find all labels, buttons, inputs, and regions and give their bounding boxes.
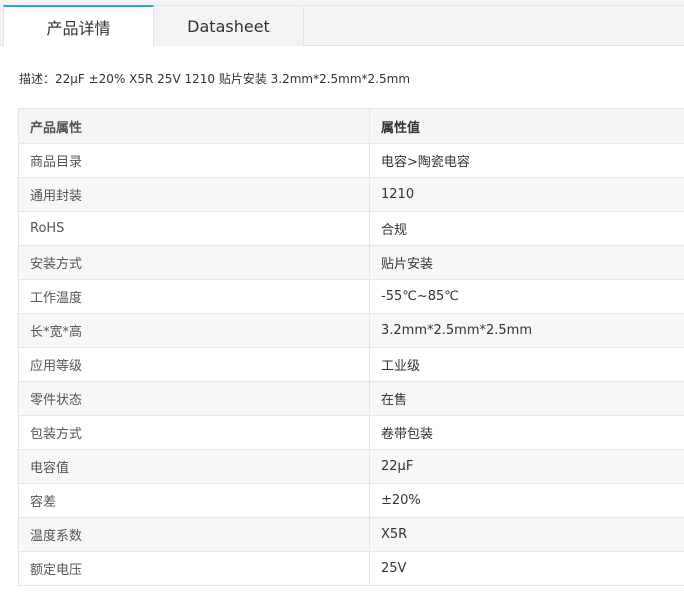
row-value: 1210 (369, 177, 684, 212)
row-value: ±20% (369, 483, 684, 518)
tab-bar: 产品详情 Datasheet (0, 0, 684, 47)
table-row: 电容值 22μF (18, 449, 684, 484)
table-row: 工作温度 -55℃~85℃ (18, 279, 684, 314)
row-value: 3.2mm*2.5mm*2.5mm (369, 313, 684, 348)
row-attribute: 长*宽*高 (18, 313, 370, 348)
table-header-row: 产品属性 属性值 (18, 108, 684, 144)
row-value: 贴片安装 (369, 245, 684, 280)
header-attribute: 产品属性 (18, 108, 370, 144)
row-value: 卷带包装 (369, 415, 684, 450)
product-detail-page: 产品详情 Datasheet 描述：22μF ±20% X5R 25V 1210… (0, 0, 684, 600)
row-attribute: 温度系数 (18, 517, 370, 552)
spec-table: 产品属性 属性值 商品目录 电容>陶瓷电容 通用封装 1210 RoHS 合规 … (18, 108, 684, 586)
table-row: 额定电压 25V (18, 551, 684, 586)
tab-product-details[interactable]: 产品详情 (3, 5, 154, 47)
table-row: 商品目录 电容>陶瓷电容 (18, 143, 684, 178)
row-value: 电容>陶瓷电容 (369, 143, 684, 178)
row-attribute: 商品目录 (18, 143, 370, 178)
row-attribute: 安装方式 (18, 245, 370, 280)
tab-bar-divider (304, 5, 684, 6)
row-value: 25V (369, 551, 684, 586)
row-attribute: 通用封装 (18, 177, 370, 212)
table-row: 长*宽*高 3.2mm*2.5mm*2.5mm (18, 313, 684, 348)
tab-datasheet[interactable]: Datasheet (154, 5, 304, 46)
table-row: 安装方式 贴片安装 (18, 245, 684, 280)
table-row: 容差 ±20% (18, 483, 684, 518)
header-value: 属性值 (369, 108, 684, 144)
table-row: RoHS 合规 (18, 211, 684, 246)
row-value: 在售 (369, 381, 684, 416)
product-description: 描述：22μF ±20% X5R 25V 1210 贴片安装 3.2mm*2.5… (19, 72, 411, 86)
table-row: 零件状态 在售 (18, 381, 684, 416)
row-attribute: 应用等级 (18, 347, 370, 382)
table-row: 温度系数 X5R (18, 517, 684, 552)
table-row: 通用封装 1210 (18, 177, 684, 212)
row-attribute: 电容值 (18, 449, 370, 484)
row-attribute: 工作温度 (18, 279, 370, 314)
table-row: 应用等级 工业级 (18, 347, 684, 382)
row-value: 22μF (369, 449, 684, 484)
tab-datasheet-label: Datasheet (187, 16, 270, 36)
row-attribute: 包装方式 (18, 415, 370, 450)
row-attribute: RoHS (18, 211, 370, 246)
table-row: 包装方式 卷带包装 (18, 415, 684, 450)
row-attribute: 容差 (18, 483, 370, 518)
tab-product-details-label: 产品详情 (46, 19, 111, 38)
row-value: 合规 (369, 211, 684, 246)
row-value: X5R (369, 517, 684, 552)
row-value: -55℃~85℃ (369, 279, 684, 314)
row-value: 工业级 (369, 347, 684, 382)
row-attribute: 额定电压 (18, 551, 370, 586)
row-attribute: 零件状态 (18, 381, 370, 416)
